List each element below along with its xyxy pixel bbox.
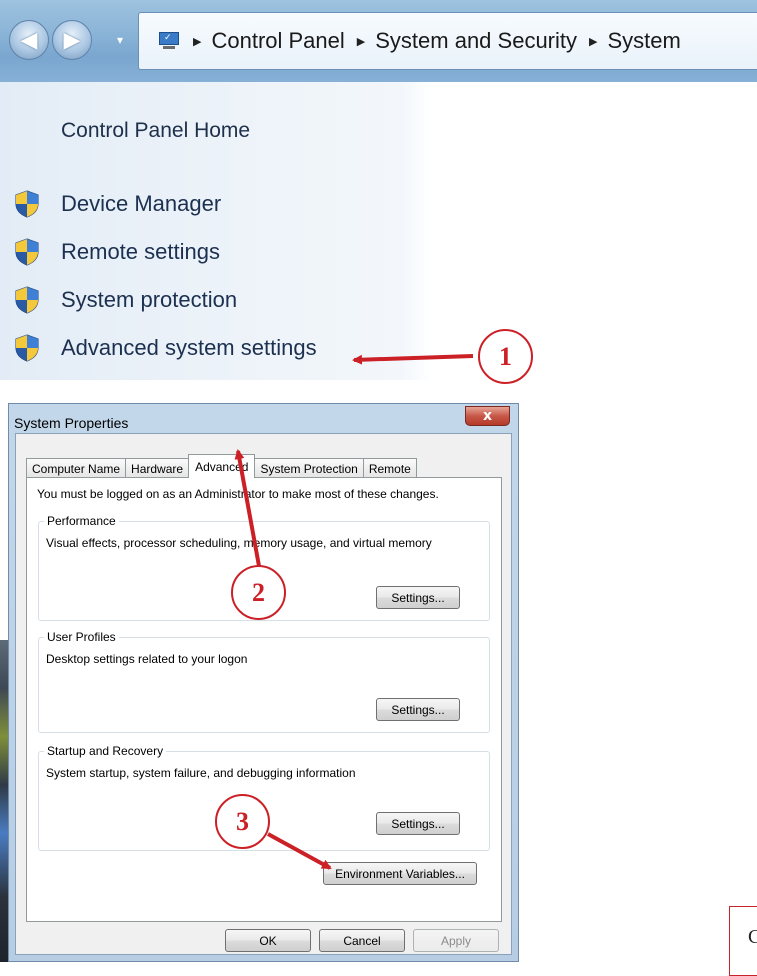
task-system-protection[interactable]: System protection bbox=[12, 276, 317, 324]
cancel-button[interactable]: Cancel bbox=[319, 929, 405, 952]
uac-shield-icon bbox=[15, 334, 39, 362]
task-list: Device Manager Remote settings System pr… bbox=[12, 180, 317, 372]
back-arrow-icon: ◀ bbox=[20, 27, 38, 53]
task-label: Device Manager bbox=[61, 191, 222, 216]
task-device-manager[interactable]: Device Manager bbox=[12, 180, 317, 228]
forward-button[interactable]: ▶ bbox=[52, 20, 92, 60]
user-profiles-settings-button[interactable]: Settings... bbox=[376, 698, 460, 721]
task-advanced-system-settings[interactable]: Advanced system settings bbox=[12, 324, 317, 372]
group-description: Desktop settings related to your logon bbox=[46, 652, 248, 666]
forward-arrow-icon: ▶ bbox=[63, 27, 81, 53]
user-profiles-group: User Profiles Desktop settings related t… bbox=[38, 630, 490, 733]
group-description: System startup, system failure, and debu… bbox=[46, 766, 356, 780]
uac-shield-icon bbox=[15, 238, 39, 266]
close-icon: x bbox=[482, 408, 493, 424]
apply-button[interactable]: Apply bbox=[413, 929, 499, 952]
breadcrumb-system[interactable]: System bbox=[607, 28, 680, 54]
address-bar: ◀ ▶ ▾ ✓ ▶ Control Panel ▶ System and Sec… bbox=[0, 0, 757, 82]
tab-computer-name[interactable]: Computer Name bbox=[26, 458, 127, 478]
admin-note: You must be logged on as an Administrato… bbox=[37, 487, 439, 501]
history-dropdown-icon[interactable]: ▾ bbox=[117, 33, 123, 47]
task-remote-settings[interactable]: Remote settings bbox=[12, 228, 317, 276]
task-label: Remote settings bbox=[61, 239, 220, 264]
uac-shield-icon bbox=[15, 286, 39, 314]
back-button[interactable]: ◀ bbox=[9, 20, 49, 60]
breadcrumb-system-and-security[interactable]: System and Security bbox=[375, 28, 577, 54]
dialog-title: System Properties bbox=[14, 415, 129, 431]
control-panel-home-link[interactable]: Control Panel Home bbox=[61, 119, 250, 143]
advanced-tab-panel: You must be logged on as an Administrato… bbox=[26, 477, 502, 922]
performance-settings-button[interactable]: Settings... bbox=[376, 586, 460, 609]
step3-callout: 3 bbox=[215, 794, 270, 849]
tab-strip: Computer Name Hardware Advanced System P… bbox=[26, 454, 417, 478]
cropped-note-text: C bbox=[748, 926, 757, 948]
group-title: User Profiles bbox=[44, 630, 119, 644]
task-label: Advanced system settings bbox=[61, 335, 317, 360]
breadcrumb-separator-icon[interactable]: ▶ bbox=[193, 35, 201, 48]
task-pane: Control Panel Home Device Manager Remote… bbox=[0, 82, 402, 380]
tab-hardware[interactable]: Hardware bbox=[125, 458, 190, 478]
computer-icon: ✓ bbox=[159, 32, 181, 50]
tab-advanced[interactable]: Advanced bbox=[188, 454, 256, 478]
step2-callout: 2 bbox=[231, 565, 286, 620]
ok-button[interactable]: OK bbox=[225, 929, 311, 952]
group-title: Performance bbox=[44, 514, 119, 528]
breadcrumb-control-panel[interactable]: Control Panel bbox=[211, 28, 344, 54]
breadcrumb[interactable]: ✓ ▶ Control Panel ▶ System and Security … bbox=[138, 12, 757, 70]
group-description: Visual effects, processor scheduling, me… bbox=[46, 536, 432, 550]
task-label: System protection bbox=[61, 287, 238, 312]
startup-recovery-settings-button[interactable]: Settings... bbox=[376, 812, 460, 835]
breadcrumb-separator-icon[interactable]: ▶ bbox=[357, 35, 365, 48]
close-button[interactable]: x bbox=[465, 406, 510, 426]
system-properties-dialog: System Properties x Computer Name Hardwa… bbox=[8, 403, 519, 962]
tab-system-protection[interactable]: System Protection bbox=[254, 458, 364, 478]
tab-remote[interactable]: Remote bbox=[362, 458, 417, 478]
breadcrumb-separator-icon[interactable]: ▶ bbox=[589, 35, 597, 48]
environment-variables-button[interactable]: Environment Variables... bbox=[323, 862, 477, 885]
dialog-client-area: Computer Name Hardware Advanced System P… bbox=[15, 433, 512, 955]
pane-edge-shadow bbox=[402, 82, 432, 380]
cropped-note-box: C bbox=[729, 906, 757, 976]
step1-callout: 1 bbox=[478, 329, 533, 384]
uac-shield-icon bbox=[15, 190, 39, 218]
desktop-strip bbox=[0, 640, 8, 962]
group-title: Startup and Recovery bbox=[44, 744, 167, 758]
